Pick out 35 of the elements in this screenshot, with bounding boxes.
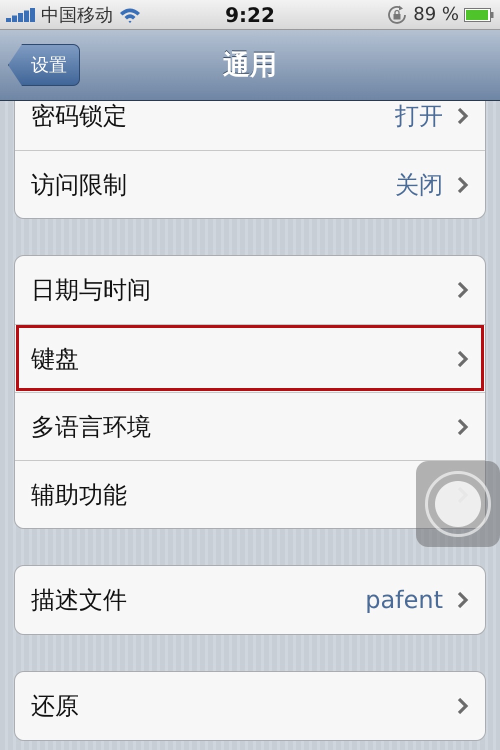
battery-icon [464,8,494,22]
row-label: 日期与时间 [31,275,152,306]
carrier-name: 中国移动 [41,4,113,26]
battery-percent: 89 % [413,4,459,25]
chevron-icon [457,176,469,194]
chevron-icon [457,350,469,368]
row-label: 描述文件 [31,585,128,616]
assistive-touch-button[interactable] [416,461,500,547]
settings-row[interactable]: 密码锁定 打开 [15,101,485,150]
settings-row[interactable]: 键盘 [15,324,485,392]
settings-row[interactable]: 日期与时间 [15,256,485,324]
chevron-icon [457,281,469,299]
settings-row[interactable]: 还原 [15,672,485,740]
settings-row[interactable]: 访问限制 关闭 [15,150,485,218]
row-label: 访问限制 [31,170,128,200]
settings-row[interactable]: 描述文件 pafent [15,566,485,634]
page-title: 通用 [223,49,277,83]
row-value: 打开 [395,101,443,132]
row-label: 还原 [31,691,80,722]
chevron-icon [457,107,469,125]
chevron-icon [457,418,469,436]
back-button[interactable]: 设置 [8,44,80,86]
chevron-icon [457,591,469,609]
row-value: pafent [365,586,443,614]
wifi-icon [118,6,142,24]
settings-row[interactable]: 多语言环境 [15,392,485,460]
chevron-icon [457,697,469,715]
row-label: 键盘 [31,344,80,374]
row-value: 关闭 [395,170,443,200]
signal-icon [6,8,36,22]
row-label: 密码锁定 [31,101,128,132]
clock-time: 9:22 [225,2,275,26]
row-label: 辅助功能 [31,480,128,510]
rotation-lock-icon [386,4,408,26]
row-label: 多语言环境 [31,412,152,442]
